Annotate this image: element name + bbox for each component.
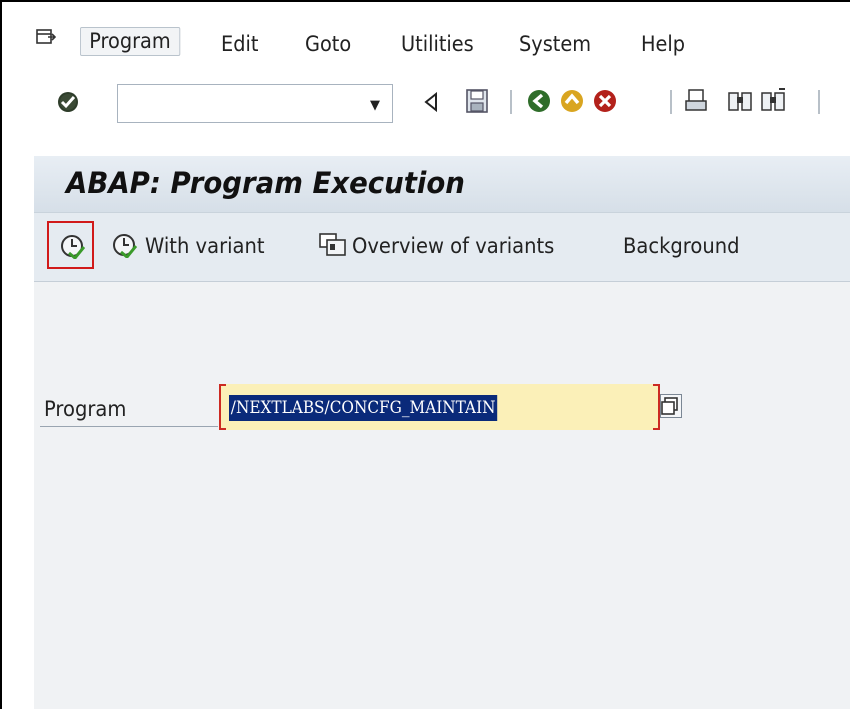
menu-system-label: System	[519, 32, 592, 56]
command-field[interactable]	[117, 84, 393, 123]
required-bracket-right	[653, 384, 660, 430]
menu-utilities[interactable]: Utilities	[401, 32, 474, 56]
menu-program-label: Program	[89, 29, 171, 53]
menu-utilities-label: Utilities	[401, 32, 474, 56]
page-title: ABAP: Program Execution	[66, 166, 465, 200]
menu-edit[interactable]: Edit	[221, 32, 258, 56]
with-variant-button[interactable]: With variant	[145, 234, 265, 258]
overview-of-variants-button[interactable]: Overview of variants	[352, 234, 554, 258]
exit-icon[interactable]	[559, 88, 585, 114]
back-icon[interactable]	[423, 92, 439, 112]
program-input-value: /NEXTLABS/CONCFG_MAINTAIN	[229, 395, 498, 421]
menu-help[interactable]: Help	[641, 32, 685, 56]
menu-program[interactable]: Program	[80, 27, 180, 56]
find-next-icon[interactable]	[760, 88, 786, 114]
toolbar-separator	[510, 90, 512, 114]
command-dropdown-icon[interactable]: ▼	[370, 98, 380, 113]
print-icon[interactable]	[684, 88, 708, 114]
background-button[interactable]: Background	[623, 234, 740, 258]
label-underline	[40, 426, 218, 427]
value-help-icon	[661, 397, 678, 415]
menu-system[interactable]: System	[519, 32, 591, 56]
value-help-button[interactable]	[660, 394, 682, 418]
toolbar-separator	[670, 90, 672, 114]
cancel-icon[interactable]	[592, 88, 618, 114]
enter-icon[interactable]	[56, 90, 80, 114]
variants-overview-icon	[319, 233, 346, 256]
menu-goto-label: Goto	[305, 32, 352, 56]
save-icon[interactable]	[465, 88, 489, 114]
menu-edit-label: Edit	[221, 32, 259, 56]
required-bracket-left	[219, 384, 226, 430]
execute-icon	[61, 235, 85, 259]
menu-goto[interactable]: Goto	[305, 32, 351, 56]
find-icon[interactable]	[727, 88, 753, 114]
execute-with-variant-icon	[113, 234, 137, 258]
execute-button[interactable]	[47, 221, 94, 269]
menu-help-label: Help	[641, 32, 686, 56]
green-back-icon[interactable]	[526, 88, 552, 114]
system-menu-icon[interactable]	[36, 28, 56, 46]
toolbar-separator	[818, 90, 820, 114]
program-label: Program	[44, 397, 127, 421]
